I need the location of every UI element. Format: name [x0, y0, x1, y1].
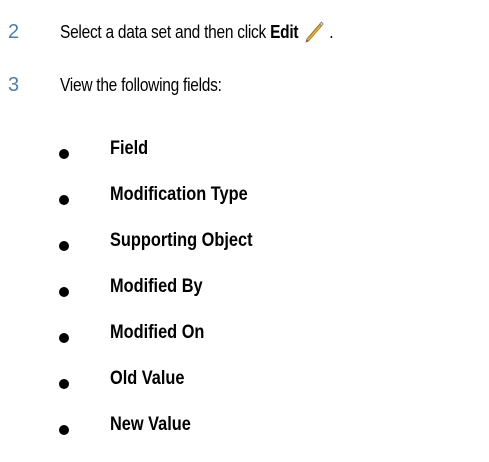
list-item: Modification Type: [0, 174, 489, 220]
step-text-before: Select a data set and then click: [60, 21, 271, 42]
edit-label: Edit: [270, 21, 299, 42]
step-2: 2 Select a data set and then click Edit …: [0, 17, 378, 47]
step-text: View the following fields:: [60, 74, 222, 95]
pencil-icon: [305, 21, 324, 43]
field-name: Modified On: [110, 322, 205, 343]
document-page: 2 Select a data set and then click Edit …: [0, 0, 489, 462]
bullet-icon: [59, 425, 69, 435]
list-item: Modified On: [0, 312, 489, 358]
step-text-after: .: [329, 21, 334, 42]
bullet-icon: [59, 149, 69, 159]
list-item: New Value: [0, 404, 489, 450]
list-item: Field: [0, 128, 489, 174]
bullet-icon: [59, 287, 69, 297]
list-item: Old Value: [0, 358, 489, 404]
field-name: Old Value: [110, 368, 185, 389]
step-3: 3 View the following fields:: [0, 70, 248, 100]
step-number: 2: [8, 20, 19, 43]
field-name: Modification Type: [110, 184, 248, 205]
bullet-icon: [59, 333, 69, 343]
list-item: Supporting Object: [0, 220, 489, 266]
step-text: Select a data set and then click Edit .: [60, 19, 334, 45]
step-number: 3: [8, 73, 19, 96]
bullet-icon: [59, 379, 69, 389]
field-name: Field: [110, 138, 149, 159]
field-name: New Value: [110, 414, 191, 435]
field-name: Supporting Object: [110, 230, 253, 251]
field-name: Modified By: [110, 276, 203, 297]
bullet-icon: [59, 241, 69, 251]
list-item: Modified By: [0, 266, 489, 312]
bullet-icon: [59, 195, 69, 205]
field-list: Field Modification Type Supporting Objec…: [0, 128, 489, 450]
